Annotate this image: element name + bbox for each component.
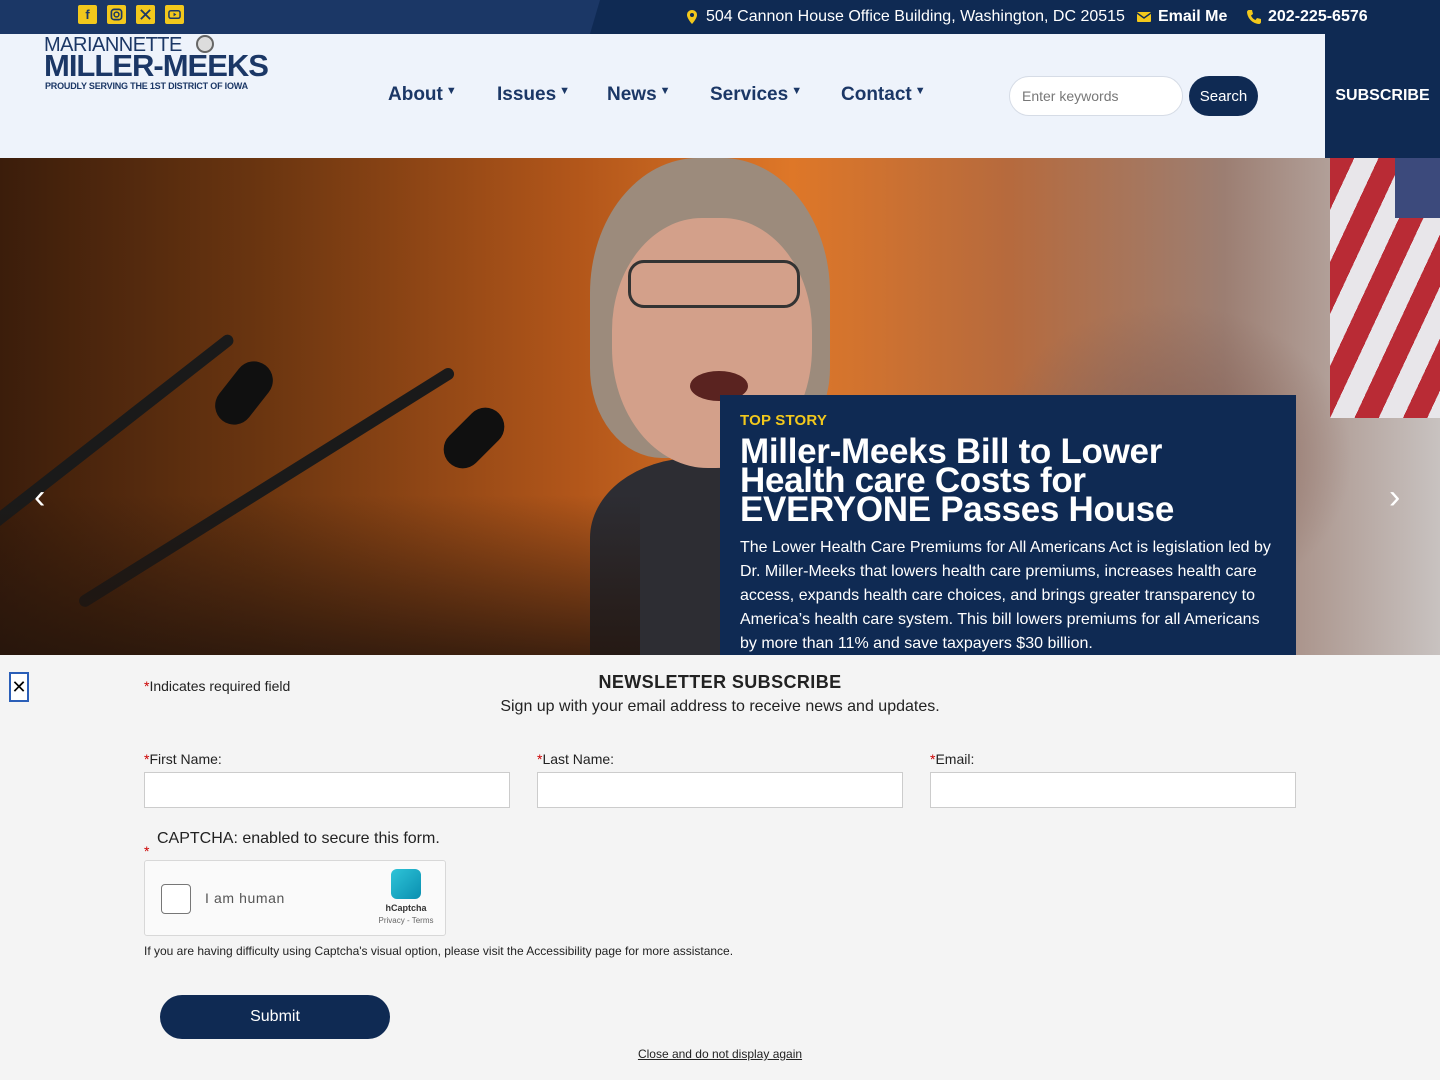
newsletter-subtitle: Sign up with your email address to recei…	[500, 698, 940, 715]
email-me-label: Email Me	[1158, 8, 1228, 25]
carousel-next-arrow-icon[interactable]: ›	[1389, 480, 1400, 514]
submit-button[interactable]: Submit	[160, 995, 390, 1039]
phone-link[interactable]: 202-225-6576	[1246, 0, 1368, 34]
x-twitter-icon[interactable]	[136, 5, 155, 24]
captcha-privacy-terms-links[interactable]: Privacy - Terms	[369, 916, 443, 925]
close-do-not-display-link[interactable]: Close and do not display again	[0, 1047, 1440, 1061]
office-address: 504 Cannon House Office Building, Washin…	[684, 0, 1125, 34]
x-glyph	[140, 9, 151, 20]
captcha-help-text: If you are having difficulty using Captc…	[144, 944, 734, 958]
nav-services[interactable]: Services ▼	[710, 84, 802, 106]
subscribe-button[interactable]: SUBSCRIBE	[1325, 34, 1440, 158]
caret-down-icon: ▼	[445, 85, 457, 97]
map-pin-icon	[687, 10, 697, 24]
nav-issues[interactable]: Issues ▼	[497, 84, 570, 106]
email-field[interactable]	[930, 772, 1296, 808]
address-text: 504 Cannon House Office Building, Washin…	[706, 8, 1125, 25]
caret-down-icon: ▼	[559, 85, 571, 97]
email-label-text: Email:	[935, 751, 975, 767]
facebook-icon[interactable]: f	[78, 5, 97, 24]
email-label: *Email:	[930, 751, 974, 767]
site-logo[interactable]: MARIANNETTE MILLER-MEEKS PROUDLY SERVING…	[44, 34, 284, 124]
envelope-icon	[1136, 12, 1152, 22]
last-name-label: *Last Name:	[537, 751, 614, 767]
phone-number: 202-225-6576	[1268, 8, 1368, 25]
story-summary: The Lower Health Care Premiums for All A…	[740, 539, 1271, 652]
speaker-glasses	[628, 260, 800, 308]
phone-icon	[1247, 10, 1261, 24]
captcha-prompt: I am human	[205, 890, 285, 906]
instagram-icon[interactable]	[107, 5, 126, 24]
instagram-glyph	[110, 8, 123, 21]
first-name-field[interactable]	[144, 772, 510, 808]
last-name-field[interactable]	[537, 772, 903, 808]
caret-down-icon: ▼	[914, 85, 926, 97]
logo-last-name: MILLER-MEEKS	[44, 48, 269, 83]
required-star: *	[144, 843, 150, 859]
microphone-left	[207, 353, 281, 433]
search-button[interactable]: Search	[1189, 76, 1258, 116]
nav-contact[interactable]: Contact ▼	[841, 84, 926, 106]
microphone-right	[435, 399, 513, 477]
newsletter-title: NEWSLETTER SUBSCRIBE	[598, 672, 842, 692]
carousel-prev-arrow-icon[interactable]: ‹	[34, 480, 45, 514]
logo-tagline: PROUDLY SERVING THE 1ST DISTRICT OF IOWA	[45, 81, 248, 91]
nav-issues-label: Issues	[497, 84, 557, 105]
captcha-label: CAPTCHA: enabled to secure this form.	[157, 830, 440, 847]
story-kicker: TOP STORY	[740, 412, 828, 429]
hero-shade	[0, 495, 640, 655]
nav-about[interactable]: About ▼	[388, 84, 457, 106]
facebook-glyph: f	[85, 7, 90, 22]
nav-news[interactable]: News ▼	[607, 84, 671, 106]
search-input[interactable]	[1009, 76, 1183, 116]
flag-canton	[1395, 158, 1440, 218]
story-title[interactable]: Miller-Meeks Bill to Lower Health care C…	[740, 434, 1276, 527]
hcaptcha-brand: hCaptcha	[385, 903, 427, 913]
email-me-link[interactable]: Email Me	[1136, 0, 1227, 34]
youtube-glyph	[168, 10, 181, 19]
captcha-checkbox[interactable]	[161, 884, 191, 914]
nav-news-label: News	[607, 84, 657, 105]
top-story-card[interactable]: TOP STORY Miller-Meeks Bill to Lower Hea…	[720, 395, 1296, 655]
nav-about-label: About	[388, 84, 443, 105]
last-name-label-text: Last Name:	[542, 751, 615, 767]
nav-services-label: Services	[710, 84, 789, 105]
youtube-icon[interactable]	[165, 5, 184, 24]
first-name-label-text: First Name:	[149, 751, 222, 767]
caret-down-icon: ▼	[659, 85, 671, 97]
caret-down-icon: ▼	[791, 85, 803, 97]
first-name-label: *First Name:	[144, 751, 222, 767]
hcaptcha-widget: I am human hCaptcha Privacy - Terms	[144, 860, 446, 936]
hcaptcha-logo-icon	[391, 869, 421, 899]
nav-contact-label: Contact	[841, 84, 912, 105]
